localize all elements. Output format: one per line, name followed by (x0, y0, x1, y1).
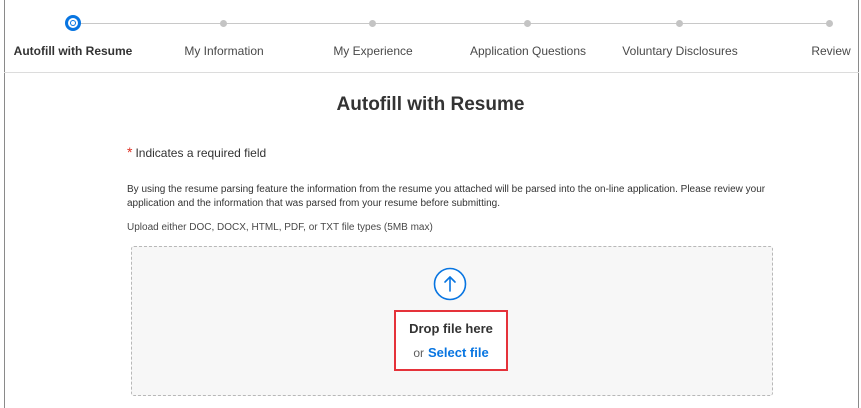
step-label-review: Review (811, 44, 851, 58)
step-marker-application-questions (524, 20, 531, 27)
select-file-button[interactable]: Select file (428, 345, 489, 360)
file-types-hint: Upload either DOC, DOCX, HTML, PDF, or T… (127, 222, 433, 233)
step-label-application-questions: Application Questions (469, 44, 587, 58)
progress-stepper: Autofill with Resume My Information My E… (0, 0, 861, 70)
drop-file-label: Drop file here (409, 321, 493, 336)
select-file-row: or Select file (396, 345, 506, 360)
select-file-highlight: Drop file here or Select file (394, 310, 508, 371)
step-marker-my-information (220, 20, 227, 27)
upload-arrow-icon[interactable] (433, 267, 467, 301)
required-note-text: Indicates a required field (135, 146, 267, 160)
step-label-voluntary-disclosures: Voluntary Disclosures (622, 44, 738, 58)
step-marker-my-experience (369, 20, 376, 27)
step-marker-current-center (70, 20, 76, 26)
or-text: or (413, 346, 424, 360)
stepper-track (73, 23, 830, 24)
required-field-note: * Indicates a required field (127, 144, 266, 160)
step-marker-review (826, 20, 833, 27)
resume-parsing-info: By using the resume parsing feature the … (127, 184, 766, 209)
required-asterisk: * (127, 144, 133, 160)
page-title: Autofill with Resume (336, 94, 525, 115)
step-label-autofill-with-resume: Autofill with Resume (13, 44, 133, 58)
header-divider (4, 72, 859, 73)
step-marker-current (65, 15, 81, 31)
file-dropzone[interactable]: Drop file here or Select file (131, 246, 773, 396)
step-marker-voluntary-disclosures (676, 20, 683, 27)
step-label-my-information: My Information (184, 44, 264, 58)
step-label-my-experience: My Experience (333, 44, 413, 58)
